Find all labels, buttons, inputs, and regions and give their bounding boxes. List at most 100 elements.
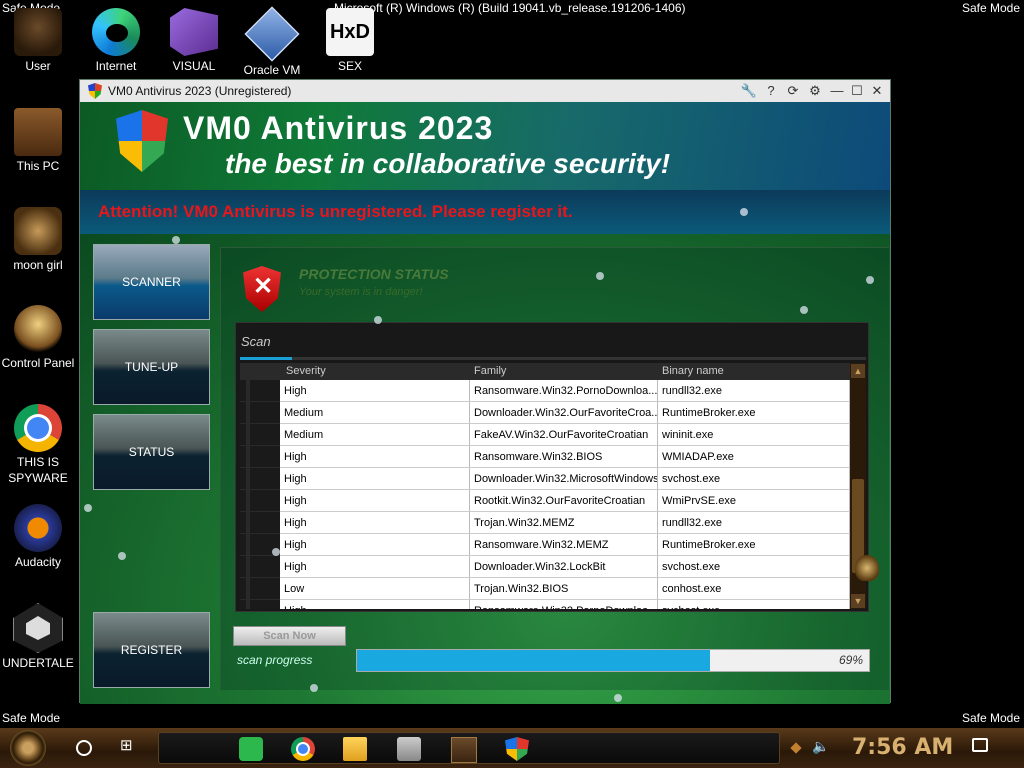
taskbar-clock[interactable]: 7:56 AM: [852, 735, 953, 760]
tab-divider: [240, 357, 866, 360]
desktop-icon-undertale[interactable]: UNDERTALE: [0, 603, 76, 671]
file-explorer-icon[interactable]: [343, 737, 367, 761]
desktop-icon-label: VISUAL: [172, 59, 216, 73]
snowflake-decoration: [310, 684, 318, 692]
monitor-icon[interactable]: [397, 737, 421, 761]
snowflake-decoration: [800, 306, 808, 314]
virtualbox-icon: [244, 6, 300, 62]
status-button[interactable]: STATUS: [93, 414, 210, 490]
column-header-severity[interactable]: Severity: [286, 365, 326, 377]
scan-progress-percent: 69%: [838, 653, 863, 667]
severity-cell: High: [280, 534, 470, 556]
scan-progress-bar: 69%: [356, 649, 870, 672]
chrome-icon[interactable]: [291, 737, 315, 761]
tray-gem-icon[interactable]: [790, 742, 802, 754]
window-titlebar[interactable]: VM0 Antivirus 2023 (Unregistered) 🔧 ? ⟳ …: [80, 80, 890, 102]
family-cell: Downloader.Win32.LockBit: [470, 556, 658, 578]
alert-band: Attention! VM0 Antivirus is unregistered…: [80, 190, 890, 234]
tune-up-button[interactable]: TUNE-UP: [93, 329, 210, 405]
binary-name-cell: rundll32.exe: [658, 380, 850, 402]
unregistered-alert: Attention! VM0 Antivirus is unregistered…: [98, 202, 573, 221]
volume-muted-icon[interactable]: 🔈: [812, 738, 829, 755]
snowflake-decoration: [374, 316, 382, 324]
desktop-icon-oracle-vm[interactable]: Oracle VM: [234, 6, 310, 78]
desktop-icon-this-is-spyware[interactable]: THIS IS SPYWARE: [0, 404, 76, 486]
severity-cell: High: [280, 468, 470, 490]
desktop-icon-sex[interactable]: HxD SEX: [312, 8, 388, 74]
desktop-icon-audacity[interactable]: Audacity: [0, 504, 76, 570]
scroll-down-icon[interactable]: ▼: [851, 594, 865, 608]
table-row[interactable]: High Downloader.Win32.LockBit svchost.exe: [240, 556, 850, 578]
table-row[interactable]: High Ransomware.Win32.MEMZ RuntimeBroker.e…: [240, 534, 850, 556]
unity-icon: [13, 603, 63, 653]
table-row[interactable]: High Trojan.Win32.MEMZ rundll32.exe: [240, 512, 850, 534]
table-row[interactable]: HighRansomware.Win32.PornoDownloa...svch…: [240, 600, 850, 609]
antivirus-shield-icon[interactable]: [505, 737, 529, 761]
task-view-icon[interactable]: ⊞: [120, 738, 138, 754]
row-gutter: [240, 578, 280, 600]
table-header: Severity Family Binary name: [240, 363, 850, 380]
desktop-icon-label: Audacity: [14, 555, 62, 569]
column-header-family[interactable]: Family: [474, 365, 506, 377]
close-button[interactable]: ✕: [868, 82, 886, 100]
notifications-icon[interactable]: [972, 738, 988, 752]
search-circle-icon[interactable]: [76, 740, 92, 756]
desktop-icon-label: moon girl: [13, 258, 63, 272]
binary-name-cell: RuntimeBroker.exe: [658, 534, 850, 556]
desktop-icon-this-pc[interactable]: This PC: [0, 108, 76, 174]
binary-name-cell: svchost.exe: [658, 600, 850, 609]
refresh-icon[interactable]: ⟳: [784, 82, 802, 100]
table-row[interactable]: Medium FakeAV.Win32.OurFavoriteCroatian wi…: [240, 424, 850, 446]
desktop-icon-label: Oracle VM: [243, 63, 301, 77]
scan-now-button[interactable]: Scan Now: [233, 626, 346, 646]
help-icon[interactable]: ?: [762, 82, 780, 100]
notes-icon[interactable]: [239, 737, 263, 761]
minimize-button[interactable]: —: [828, 82, 846, 100]
desktop-icon-visual[interactable]: VISUAL: [156, 8, 232, 74]
audacity-icon: [14, 504, 62, 552]
app-slogan: the best in collaborative security!: [225, 148, 671, 179]
severity-cell: High: [280, 490, 470, 512]
start-button[interactable]: [10, 730, 46, 766]
taskbar-app-tray: [158, 732, 780, 764]
desktop-icon-moon-girl[interactable]: moon girl: [0, 207, 76, 273]
family-cell: Ransomware.Win32.MEMZ: [470, 534, 658, 556]
table-row[interactable]: High Rootkit.Win32.OurFavoriteCroatian Wmi…: [240, 490, 850, 512]
gear-icon[interactable]: ⚙: [806, 82, 824, 100]
desktop-icon-user[interactable]: User: [0, 8, 76, 74]
scroll-up-icon[interactable]: ▲: [851, 364, 865, 378]
row-gutter: [240, 600, 280, 609]
threats-table: Severity Family Binary name High Ransomwa…: [240, 363, 866, 609]
desktop-pet-icon: [855, 555, 879, 581]
desktop-icon-internet[interactable]: Internet: [78, 8, 154, 74]
scanner-button[interactable]: SCANNER: [93, 244, 210, 320]
severity-cell: High: [280, 512, 470, 534]
table-row[interactable]: High Downloader.Win32.MicrosoftWindows svc…: [240, 468, 850, 490]
scan-panel: Scan Severity Family Binary name High Ran…: [235, 322, 869, 612]
table-row[interactable]: High Ransomware.Win32.BIOS WMIADAP.exe: [240, 446, 850, 468]
desktop-icon-label: SEX: [337, 59, 362, 73]
register-button[interactable]: REGISTER: [93, 612, 210, 688]
binary-name-cell: conhost.exe: [658, 578, 850, 600]
binary-name-cell: svchost.exe: [658, 556, 850, 578]
app-icon[interactable]: [451, 737, 477, 763]
table-row[interactable]: Low Trojan.Win32.BIOS conhost.exe: [240, 578, 850, 600]
maximize-button[interactable]: ☐: [848, 82, 866, 100]
desktop-icon-control-panel[interactable]: Control Panel: [0, 305, 76, 371]
desktop-icon-label: User: [25, 59, 51, 73]
binary-name-cell: rundll32.exe: [658, 512, 850, 534]
visual-studio-icon: [170, 8, 218, 56]
binary-name-cell: WmiPrvSE.exe: [658, 490, 850, 512]
computer-icon: [14, 108, 62, 156]
column-header-binary-name[interactable]: Binary name: [662, 365, 724, 377]
hxd-icon: HxD: [326, 8, 374, 56]
tools-icon[interactable]: 🔧: [740, 82, 758, 100]
desktop-icon-label: Control Panel: [1, 356, 75, 370]
binary-name-cell: svchost.exe: [658, 468, 850, 490]
tab-scan[interactable]: Scan: [241, 334, 271, 349]
table-row[interactable]: Medium Downloader.Win32.OurFavoriteCroa..…: [240, 402, 850, 424]
protection-status-subtitle: Your system is in danger!: [299, 286, 423, 298]
snowflake-decoration: [118, 552, 126, 560]
table-row[interactable]: High Ransomware.Win32.PornoDownloa... rund…: [240, 380, 850, 402]
severity-cell: Low: [280, 578, 470, 600]
